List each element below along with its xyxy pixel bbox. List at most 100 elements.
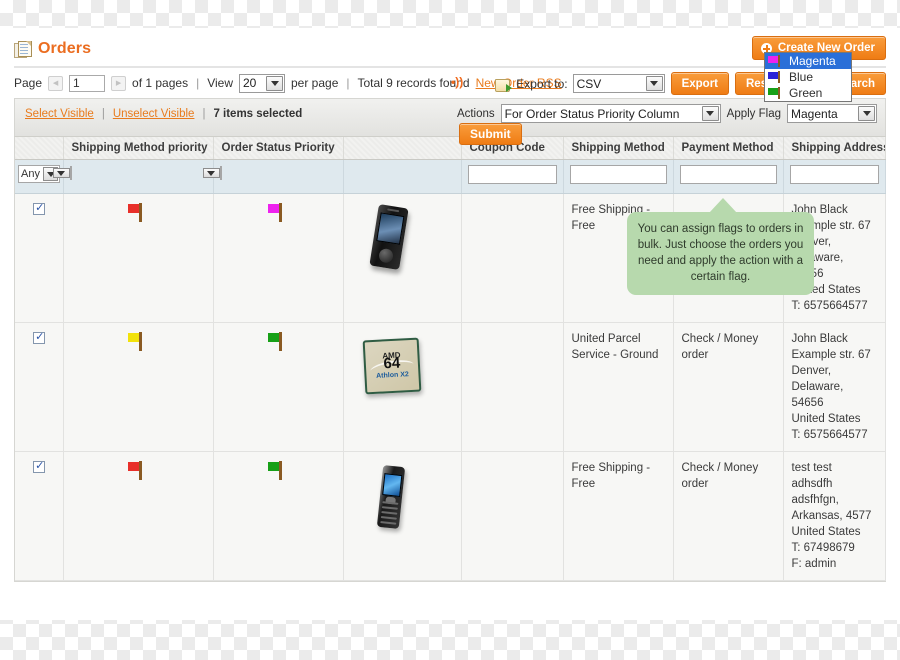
flag-option-magenta-label: Magenta xyxy=(789,54,836,68)
column-header-shipping-method[interactable]: Shipping Method xyxy=(563,137,674,160)
filter-shipping-priority-select[interactable] xyxy=(52,166,72,180)
unselect-visible-link[interactable]: Unselect Visible xyxy=(113,108,195,120)
table-header-row: Shipping Method priority Order Status Pr… xyxy=(15,137,886,160)
page-label: Page xyxy=(14,76,43,90)
prev-page-button[interactable]: ◀ xyxy=(48,75,64,91)
apply-flag-value: Magenta xyxy=(791,106,838,121)
row-order-status-priority-cell xyxy=(213,193,344,323)
row-payment-method-cell: Check / Money order xyxy=(673,322,784,452)
table-row[interactable]: Free Shipping - Free Check / Money order… xyxy=(15,451,886,581)
row-order-status-priority-cell xyxy=(213,451,344,581)
export-icon xyxy=(495,77,513,92)
row-shipping-method-cell: Free Shipping - Free xyxy=(563,451,674,581)
massaction-separator-1: | xyxy=(101,108,105,120)
row-shipping-address-cell: John Black Example str. 67 Denver, Delaw… xyxy=(783,322,886,452)
orders-icon xyxy=(14,41,32,58)
orders-table: Shipping Method priority Order Status Pr… xyxy=(15,137,886,581)
row-shipping-priority-cell xyxy=(63,322,214,452)
flag-icon-order-status xyxy=(268,331,288,351)
flag-option-green[interactable]: Green xyxy=(765,85,851,101)
massaction-left: Select Visible | Unselect Visible | 7 it… xyxy=(25,108,302,120)
rss-icon: •)) xyxy=(451,75,464,89)
filter-row: Any xyxy=(15,159,886,194)
row-payment-method-cell: Check / Money order xyxy=(673,451,784,581)
flag-option-green-label: Green xyxy=(789,86,823,100)
row-shipping-priority-cell xyxy=(63,193,214,323)
filter-cell-coupon-code xyxy=(461,159,564,194)
flag-icon-order-status xyxy=(268,202,288,222)
column-header-order-status-priority[interactable]: Order Status Priority xyxy=(213,137,344,160)
row-shipping-priority-cell xyxy=(63,451,214,581)
flag-icon-shipping-priority xyxy=(128,331,148,351)
column-header-checkbox[interactable] xyxy=(15,137,64,160)
cpu-sub-label: Athlon X2 xyxy=(375,371,409,380)
chevron-down-icon xyxy=(858,106,875,121)
chevron-down-icon xyxy=(645,76,663,91)
next-page-button[interactable]: ▶ xyxy=(111,75,127,91)
column-header-product[interactable] xyxy=(343,137,462,160)
apply-flag-select[interactable]: Magenta xyxy=(787,104,877,123)
row-checkbox[interactable] xyxy=(32,459,46,473)
row-shipping-method-cell: United Parcel Service - Ground xyxy=(563,322,674,452)
tooltip-callout: You can assign flags to orders in bulk. … xyxy=(627,198,814,295)
export-to-label: Export to: xyxy=(516,76,568,91)
view-label: View xyxy=(207,76,233,90)
per-page-value: 20 xyxy=(243,76,257,90)
export-button[interactable]: Export xyxy=(670,72,729,95)
chevron-down-icon xyxy=(202,168,220,178)
per-page-label: per page xyxy=(291,76,339,90)
row-checkbox[interactable] xyxy=(32,201,46,215)
column-header-shipping-method-priority[interactable]: Shipping Method priority xyxy=(63,137,214,160)
table-row[interactable]: AMD 64 Athlon X2 United Parcel Service -… xyxy=(15,322,886,452)
pager-bar: Page ◀ ▶ of 1 pages | View 20 per page |… xyxy=(14,68,886,98)
export-format-value: CSV xyxy=(576,76,602,91)
column-header-payment-method[interactable]: Payment Method xyxy=(673,137,784,160)
flag-option-blue-label: Blue xyxy=(789,70,814,84)
submit-button[interactable]: Submit xyxy=(459,123,522,145)
page-title: Orders xyxy=(38,40,92,57)
row-coupon-code-cell xyxy=(461,193,564,323)
row-checkbox[interactable] xyxy=(32,330,46,344)
pager-separator-1: | xyxy=(196,76,200,90)
select-visible-link[interactable]: Select Visible xyxy=(25,108,94,120)
filter-shipping-address-input[interactable] xyxy=(789,165,879,184)
page-input[interactable] xyxy=(69,74,106,92)
flag-icon-shipping-priority xyxy=(128,460,148,480)
filter-cell-order-status-priority xyxy=(202,159,344,194)
filter-cell-product xyxy=(343,159,462,194)
flag-option-blue[interactable]: Blue xyxy=(765,69,851,85)
flag-option-magenta[interactable]: Magenta xyxy=(765,53,851,69)
chevron-down-icon xyxy=(266,75,283,91)
row-coupon-code-cell xyxy=(461,322,564,452)
filter-order-status-priority-select[interactable] xyxy=(202,166,222,180)
filter-cell-shipping-priority xyxy=(52,159,214,194)
actions-select[interactable]: For Order Status Priority Column xyxy=(500,104,721,123)
row-product-cell: AMD 64 Athlon X2 xyxy=(343,322,462,452)
per-page-select[interactable]: 20 xyxy=(239,73,285,93)
filter-cell-payment-method xyxy=(673,159,784,194)
actions-value: For Order Status Priority Column xyxy=(504,106,680,121)
massaction-right: Actions For Order Status Priority Column… xyxy=(457,104,877,123)
flag-icon-shipping-priority xyxy=(128,202,148,222)
row-coupon-code-cell xyxy=(461,451,564,581)
row-checkbox-cell xyxy=(15,451,64,581)
row-shipping-address-cell: test test adhsdfh adsfhfgn, Arkansas, 45… xyxy=(783,451,886,581)
row-checkbox-cell xyxy=(15,322,64,452)
pager-separator-2: | xyxy=(346,76,350,90)
filter-shipping-method-input[interactable] xyxy=(569,165,667,184)
chevron-down-icon xyxy=(701,106,719,121)
items-selected-label: 7 items selected xyxy=(213,108,303,120)
flag-options-dropdown[interactable]: Magenta Blue Green xyxy=(764,52,852,102)
flag-icon-order-status xyxy=(268,460,288,480)
orders-grid: Shipping Method priority Order Status Pr… xyxy=(14,136,886,582)
apply-flag-label: Apply Flag xyxy=(726,107,781,120)
admin-page: Orders Create New Order Page ◀ ▶ of 1 pa… xyxy=(0,28,900,620)
export-format-select[interactable]: CSV xyxy=(572,74,665,93)
massaction-separator-2: | xyxy=(202,108,206,120)
page-title-wrap: Orders xyxy=(14,40,91,58)
column-header-shipping-address[interactable]: Shipping Address xyxy=(783,137,886,160)
of-pages-label: of 1 pages xyxy=(132,76,189,90)
massaction-bar: Select Visible | Unselect Visible | 7 it… xyxy=(14,98,886,145)
filter-coupon-code-input[interactable] xyxy=(467,165,557,184)
filter-payment-method-input[interactable] xyxy=(679,165,777,184)
